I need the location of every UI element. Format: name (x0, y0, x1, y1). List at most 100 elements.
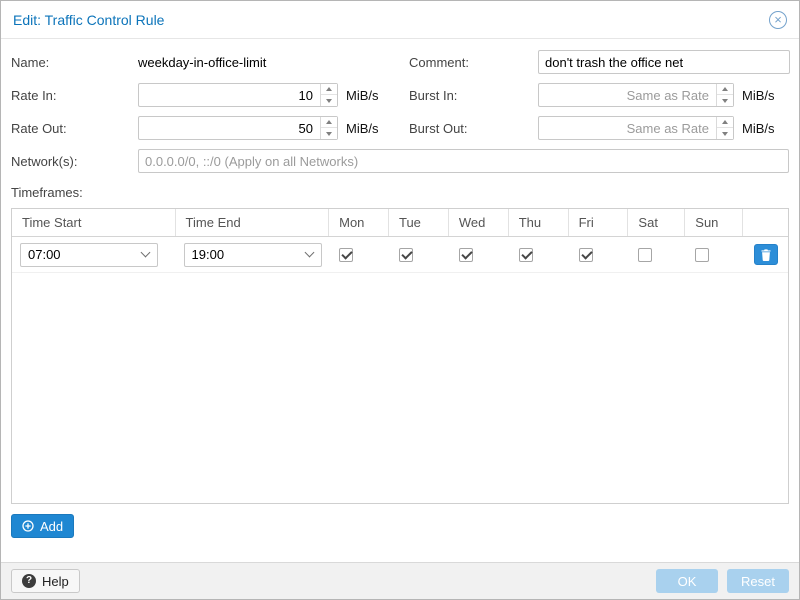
dialog-footer: ? Help OK Reset (1, 562, 799, 599)
networks-label: Network(s): (11, 154, 138, 169)
form-row-4: Network(s): (11, 149, 789, 173)
name-value: weekday-in-office-limit (138, 55, 266, 70)
networks-field-group: Network(s): (11, 149, 789, 173)
checkbox-mon[interactable] (339, 248, 353, 262)
timeframes-table-header: Time StartTime EndMonTueWedThuFriSatSun (12, 209, 788, 237)
checkbox-sat[interactable] (638, 248, 652, 262)
rate-in-input[interactable] (138, 83, 338, 107)
day-cell-sun (685, 237, 743, 272)
day-cell-tue (389, 237, 449, 272)
timeframes-label: Timeframes: (11, 185, 789, 200)
rate-in-field (138, 83, 338, 107)
spinner-up-icon[interactable] (321, 84, 337, 95)
dialog-body: Name: weekday-in-office-limit Comment: R… (1, 39, 799, 562)
spinner-up-icon[interactable] (717, 84, 733, 95)
ok-button[interactable]: OK (656, 569, 718, 593)
column-header-thu: Thu (509, 209, 569, 236)
day-cell-sat (628, 237, 685, 272)
rate-out-spinner (320, 117, 337, 139)
footer-actions: OK Reset (656, 569, 789, 593)
row-actions-cell (743, 237, 788, 272)
column-header-tue: Tue (389, 209, 449, 236)
time-start-combo-value: 07:00 (28, 247, 142, 262)
burst-out-unit: MiB/s (742, 121, 775, 136)
rate-out-label: Rate Out: (11, 121, 138, 136)
burst-in-input[interactable] (538, 83, 734, 107)
close-icon[interactable]: × (769, 11, 787, 29)
column-header-wed: Wed (449, 209, 509, 236)
timeframes-table-body: 07:00 19:00 (12, 237, 788, 503)
day-cell-wed (449, 237, 509, 272)
rate-in-field-group: Rate In: MiB/s (11, 83, 409, 107)
form-row-1: Name: weekday-in-office-limit Comment: (11, 50, 789, 74)
edit-traffic-control-rule-dialog: Edit: Traffic Control Rule × Name: weekd… (0, 0, 800, 600)
spinner-up-icon[interactable] (717, 117, 733, 128)
timeframes-table: Time StartTime EndMonTueWedThuFriSatSun … (11, 208, 789, 504)
burst-out-input[interactable] (538, 116, 734, 140)
day-cell-mon (329, 237, 389, 272)
column-header-actions (743, 209, 788, 236)
column-header-time-end: Time End (176, 209, 330, 236)
reset-button[interactable]: Reset (727, 569, 789, 593)
spinner-down-icon[interactable] (321, 95, 337, 106)
burst-out-field (538, 116, 734, 140)
burst-in-spinner (716, 84, 733, 106)
networks-input[interactable] (138, 149, 789, 173)
rate-out-field (138, 116, 338, 140)
burst-out-field-group: Burst Out: MiB/s (409, 116, 789, 140)
day-cell-fri (569, 237, 629, 272)
time-start-combo[interactable]: 07:00 (20, 243, 158, 267)
spinner-down-icon[interactable] (717, 128, 733, 139)
rate-in-unit: MiB/s (346, 88, 379, 103)
chevron-down-icon (141, 248, 151, 258)
dialog-title: Edit: Traffic Control Rule (13, 12, 164, 28)
checkbox-thu[interactable] (519, 248, 533, 262)
spinner-down-icon[interactable] (717, 95, 733, 106)
comment-label: Comment: (409, 55, 538, 70)
time-start-cell: 07:00 (12, 237, 176, 272)
column-header-time-start: Time Start (12, 209, 176, 236)
spinner-up-icon[interactable] (321, 117, 337, 128)
burst-out-spinner (716, 117, 733, 139)
help-button-label: Help (42, 574, 69, 589)
day-cell-thu (509, 237, 569, 272)
comment-field-group: Comment: (409, 50, 790, 74)
time-end-cell: 19:00 (176, 237, 330, 272)
comment-input[interactable] (538, 50, 790, 74)
timeframe-row: 07:00 19:00 (12, 237, 788, 273)
burst-in-unit: MiB/s (742, 88, 775, 103)
burst-in-label: Burst In: (409, 88, 538, 103)
checkbox-fri[interactable] (579, 248, 593, 262)
checkbox-sun[interactable] (695, 248, 709, 262)
rate-in-spinner (320, 84, 337, 106)
add-icon (22, 520, 34, 532)
column-header-fri: Fri (569, 209, 629, 236)
checkbox-wed[interactable] (459, 248, 473, 262)
burst-in-field-group: Burst In: MiB/s (409, 83, 789, 107)
time-end-combo[interactable]: 19:00 (184, 243, 322, 267)
time-end-combo-value: 19:00 (192, 247, 306, 262)
burst-in-field (538, 83, 734, 107)
column-header-mon: Mon (329, 209, 389, 236)
rate-out-input[interactable] (138, 116, 338, 140)
rate-in-label: Rate In: (11, 88, 138, 103)
delete-row-button[interactable] (754, 244, 778, 265)
burst-out-label: Burst Out: (409, 121, 538, 136)
column-header-sat: Sat (628, 209, 685, 236)
column-header-sun: Sun (685, 209, 743, 236)
help-icon: ? (22, 574, 36, 588)
chevron-down-icon (304, 248, 314, 258)
form-row-2: Rate In: MiB/s Burst In: (11, 83, 789, 107)
add-button-label: Add (40, 519, 63, 534)
rate-out-field-group: Rate Out: MiB/s (11, 116, 409, 140)
add-button[interactable]: Add (11, 514, 74, 538)
checkbox-tue[interactable] (399, 248, 413, 262)
spinner-down-icon[interactable] (321, 128, 337, 139)
name-field-group: Name: weekday-in-office-limit (11, 50, 409, 74)
rate-out-unit: MiB/s (346, 121, 379, 136)
form-row-3: Rate Out: MiB/s Burst Out: (11, 116, 789, 140)
trash-icon (761, 249, 771, 261)
help-button[interactable]: ? Help (11, 569, 80, 593)
dialog-titlebar: Edit: Traffic Control Rule × (1, 1, 799, 39)
name-label: Name: (11, 55, 138, 70)
